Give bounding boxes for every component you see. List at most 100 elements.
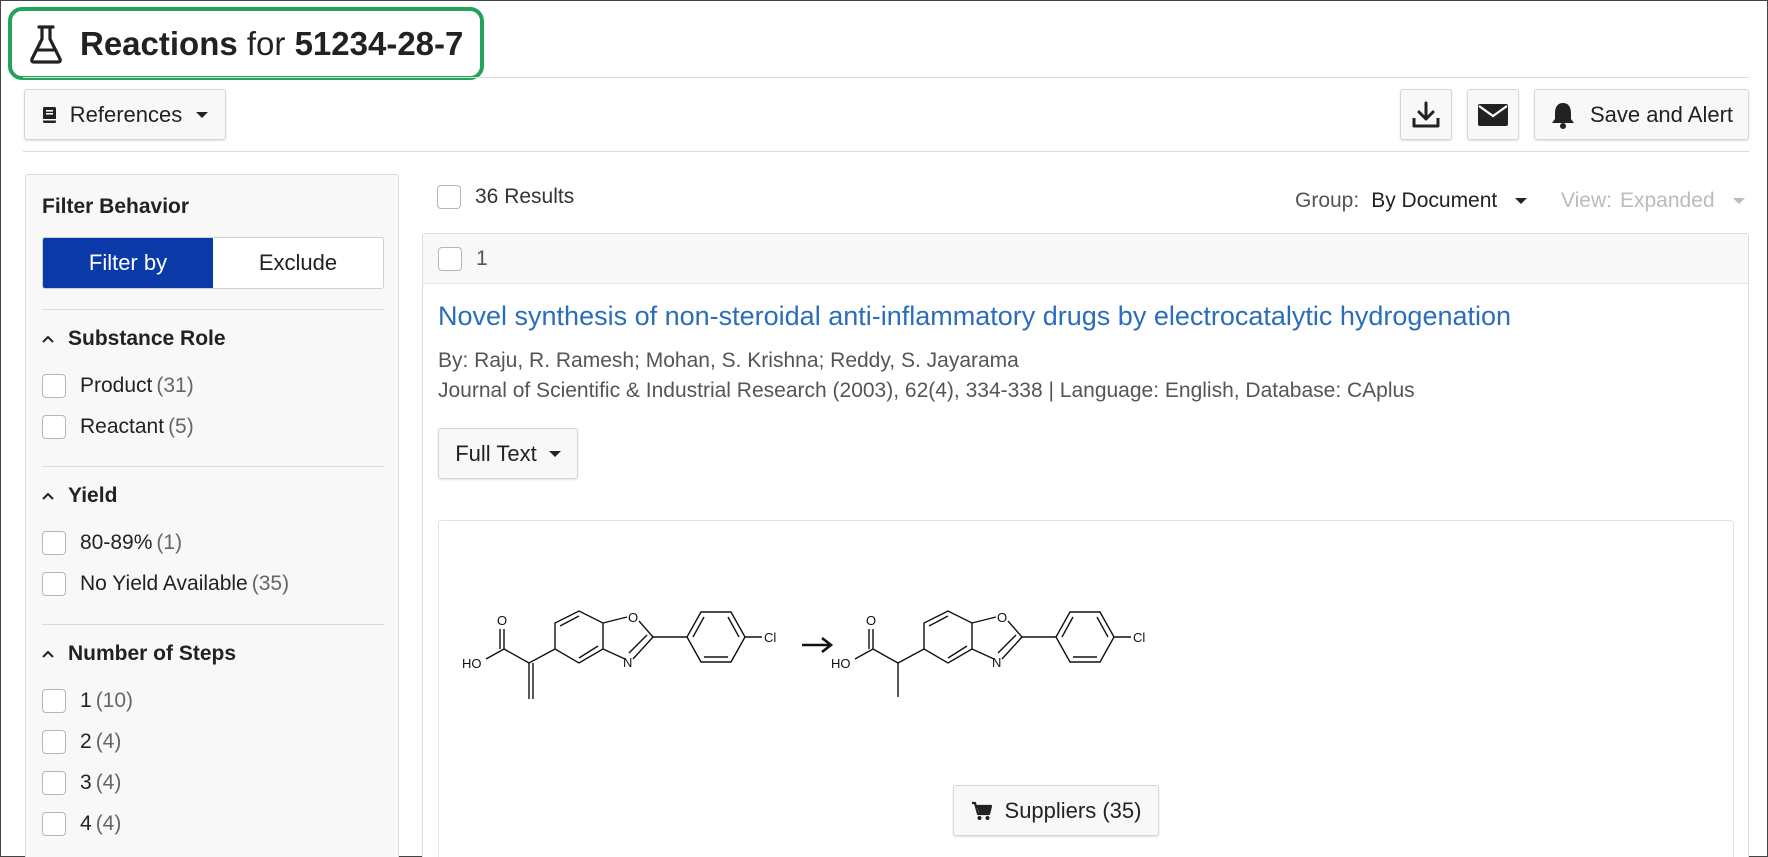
checkbox[interactable]: [42, 689, 66, 713]
option-count: (35): [251, 572, 290, 595]
document-authors: By: Raju, R. Ramesh; Mohan, S. Krishna; …: [438, 349, 1019, 372]
select-all-checkbox[interactable]: [437, 185, 461, 209]
shopping-cart-icon: [971, 801, 992, 820]
download-icon: [1412, 101, 1440, 127]
checkbox[interactable]: [42, 531, 66, 555]
envelope-icon: [1478, 103, 1508, 126]
filter-option-no-yield[interactable]: No Yield Available (35): [42, 572, 289, 596]
chevron-down-icon: [196, 111, 209, 118]
result-index: 1: [476, 246, 488, 270]
structure-label: O: [997, 610, 1007, 625]
divider: [23, 151, 1749, 152]
divider: [42, 624, 384, 625]
chevron-down-icon: [548, 450, 561, 457]
section-title: Number of Steps: [68, 642, 237, 665]
filter-by-button[interactable]: Filter by: [43, 238, 213, 288]
checkbox[interactable]: [42, 572, 66, 596]
checkbox[interactable]: [42, 374, 66, 398]
reaction-structure-diagram[interactable]: O HO O N Cl O HO O N Cl: [457, 601, 1237, 731]
result-checkbox[interactable]: [438, 246, 462, 271]
option-label: 1: [80, 689, 92, 712]
structure-label: HO: [831, 656, 851, 671]
divider: [23, 77, 1749, 78]
chevron-up-icon: [42, 492, 54, 500]
reaction-scheme-box[interactable]: O HO O N Cl O HO O N Cl Suppliers (35): [438, 520, 1734, 857]
chevron-up-icon: [42, 335, 54, 343]
section-toggle-substance-role[interactable]: Substance Role: [42, 327, 226, 351]
structure-label: N: [992, 655, 1001, 670]
option-count: (1): [156, 531, 183, 554]
full-text-button[interactable]: Full Text: [438, 428, 578, 479]
structure-label: Cl: [1133, 630, 1145, 645]
download-button[interactable]: [1400, 89, 1452, 140]
save-and-alert-button[interactable]: Save and Alert: [1534, 89, 1749, 140]
document-title-link[interactable]: Novel synthesis of non-steroidal anti-in…: [438, 301, 1511, 332]
filter-option-steps-4[interactable]: 4 (4): [42, 812, 121, 836]
references-button[interactable]: References: [24, 89, 226, 140]
email-button[interactable]: [1467, 89, 1519, 140]
filter-behavior-heading: Filter Behavior: [42, 195, 190, 218]
filter-behavior-toggle: Filter by Exclude: [42, 237, 384, 289]
option-label: Product: [80, 374, 153, 397]
section-title: Yield: [68, 484, 118, 507]
bell-icon: [1551, 102, 1574, 129]
results-count: 36 Results: [475, 185, 575, 208]
option-label: 4: [80, 812, 92, 835]
flask-icon: [30, 24, 62, 64]
structure-label: O: [866, 613, 876, 628]
select-all-results[interactable]: 36 Results: [437, 185, 574, 209]
filter-option-steps-3[interactable]: 3 (4): [42, 771, 121, 795]
option-count: (4): [95, 730, 122, 753]
filter-option-steps-2[interactable]: 2 (4): [42, 730, 121, 754]
filter-option-steps-1[interactable]: 1 (10): [42, 689, 133, 713]
chevron-down-icon: [1515, 198, 1528, 204]
filter-option-reactant[interactable]: Reactant (5): [42, 415, 194, 439]
book-icon: [42, 106, 56, 123]
view-label: View:: [1561, 189, 1612, 212]
result-card: 1 Novel synthesis of non-steroidal anti-…: [422, 233, 1749, 857]
page-title: Reactions for 51234-28-7: [80, 24, 464, 62]
checkbox[interactable]: [42, 415, 66, 439]
page-title-box: Reactions for 51234-28-7: [8, 7, 484, 80]
suppliers-button[interactable]: Suppliers (35): [953, 785, 1159, 836]
group-label: Group:: [1295, 189, 1360, 212]
option-label: No Yield Available: [80, 572, 248, 595]
checkbox[interactable]: [42, 812, 66, 836]
option-label: Reactant: [80, 415, 165, 438]
filter-option-yield-80-89[interactable]: 80-89% (1): [42, 531, 182, 555]
option-count: (5): [168, 415, 194, 438]
structure-label: Cl: [764, 630, 776, 645]
exclude-button[interactable]: Exclude: [213, 238, 383, 288]
option-count: (4): [95, 771, 122, 794]
divider: [42, 466, 384, 467]
option-count: (31): [156, 374, 194, 397]
references-label: References: [69, 101, 183, 127]
group-by-dropdown[interactable]: Group: By Document: [1295, 189, 1528, 213]
structure-label: O: [497, 613, 507, 628]
section-toggle-yield[interactable]: Yield: [42, 484, 117, 508]
filter-sidebar: Filter Behavior Filter by Exclude Substa…: [25, 174, 399, 857]
view-dropdown: View: Expanded: [1561, 189, 1745, 213]
option-label: 80-89%: [80, 531, 153, 554]
result-card-header[interactable]: 1: [423, 234, 1748, 284]
structure-label: HO: [462, 656, 482, 671]
filter-option-product[interactable]: Product (31): [42, 374, 194, 398]
group-value: By Document: [1371, 189, 1498, 212]
view-value: Expanded: [1619, 189, 1715, 212]
option-label: 2: [80, 730, 92, 753]
save-and-alert-label: Save and Alert: [1589, 101, 1734, 127]
section-toggle-number-of-steps[interactable]: Number of Steps: [42, 642, 236, 666]
chevron-up-icon: [42, 650, 54, 658]
checkbox[interactable]: [42, 771, 66, 795]
suppliers-label: Suppliers (35): [1004, 797, 1142, 823]
divider: [42, 309, 384, 310]
full-text-label: Full Text: [455, 440, 537, 466]
document-source: Journal of Scientific & Industrial Resea…: [438, 379, 1415, 402]
structure-label: O: [628, 610, 638, 625]
option-label: 3: [80, 771, 92, 794]
option-count: (4): [95, 812, 122, 835]
checkbox[interactable]: [42, 730, 66, 754]
structure-label: N: [623, 655, 632, 670]
chevron-down-icon: [1732, 198, 1745, 204]
option-count: (10): [95, 689, 134, 712]
